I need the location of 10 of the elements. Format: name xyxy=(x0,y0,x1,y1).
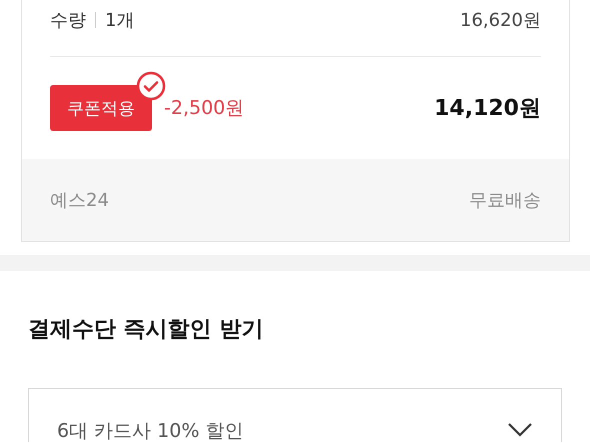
discount-dropdown[interactable]: 6대 카드사 10% 할인 xyxy=(28,388,562,442)
item-price: 16,620원 xyxy=(460,9,541,32)
shipping-fee: 무료배송 xyxy=(469,189,541,212)
seller-name: 예스24 xyxy=(50,189,109,212)
quantity-value: 1개 xyxy=(105,9,134,32)
section-heading: 결제수단 즉시할인 받기 xyxy=(28,316,264,344)
discount-amount: -2,500원 xyxy=(164,96,244,121)
total-price: 14,120원 xyxy=(434,95,541,123)
quantity-label: 수량 xyxy=(50,9,86,32)
coupon-apply-button[interactable]: 쿠폰적용 xyxy=(50,85,152,131)
